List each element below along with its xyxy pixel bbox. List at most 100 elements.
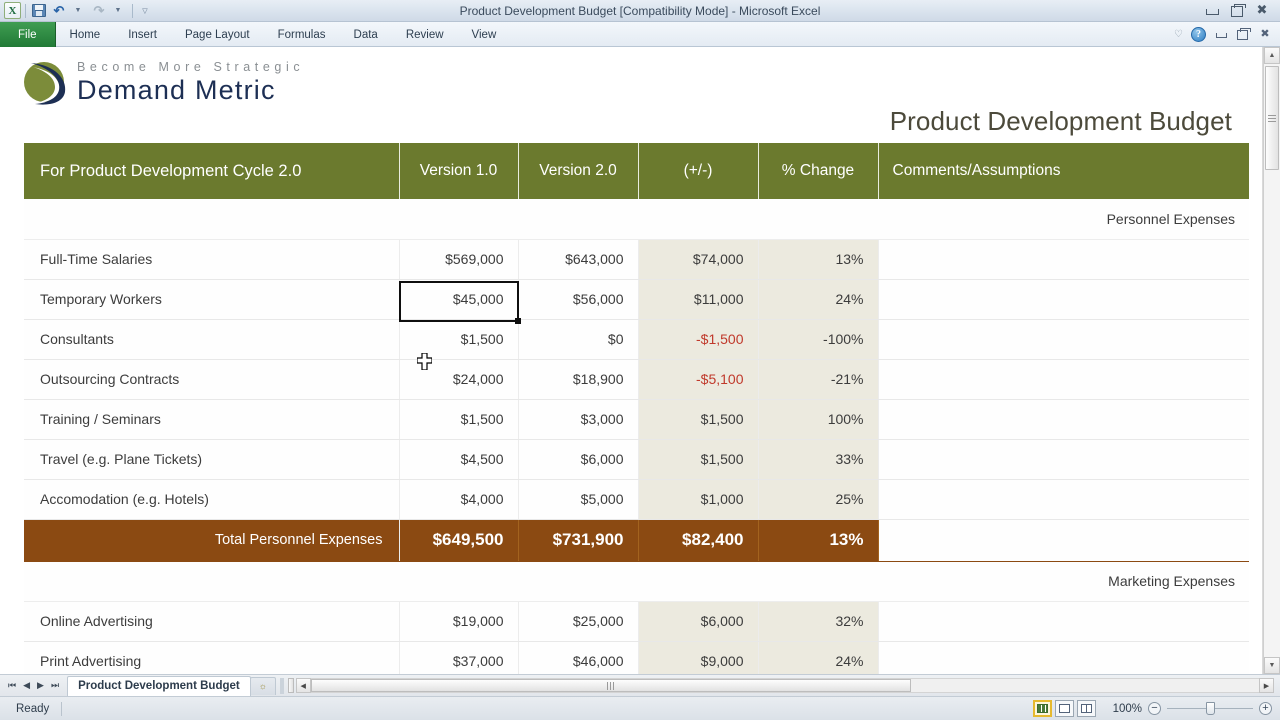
cell-percent-change[interactable]: 13% (758, 239, 878, 279)
cell-percent-change[interactable]: 100% (758, 399, 878, 439)
cell-comment[interactable] (878, 279, 1249, 319)
total-comment[interactable] (878, 519, 1249, 561)
table-row[interactable]: Consultants $1,500 $0 -$1,500 -100% (24, 319, 1249, 359)
cell-version-2[interactable]: $25,000 (518, 601, 638, 641)
close-button[interactable]: ✖ (1254, 4, 1270, 18)
total-version-2[interactable]: $731,900 (518, 519, 638, 561)
table-row[interactable]: Travel (e.g. Plane Tickets) $4,500 $6,00… (24, 439, 1249, 479)
horizontal-scrollbar[interactable]: ◀ ▶ (288, 678, 1280, 693)
restore-button[interactable] (1229, 4, 1245, 18)
cell-comment[interactable] (878, 601, 1249, 641)
cell-version-1[interactable]: $45,000 (399, 279, 518, 319)
cell-comment[interactable] (878, 399, 1249, 439)
collapse-ribbon-icon[interactable]: ♡ (1174, 29, 1183, 40)
tab-file[interactable]: File (0, 22, 56, 47)
cell-percent-change[interactable]: -21% (758, 359, 878, 399)
cell-version-1[interactable]: $37,000 (399, 641, 518, 674)
cell-comment[interactable] (878, 359, 1249, 399)
table-row[interactable]: Outsourcing Contracts $24,000 $18,900 -$… (24, 359, 1249, 399)
cell-version-1[interactable]: $1,500 (399, 319, 518, 359)
cell-percent-change[interactable]: 25% (758, 479, 878, 519)
cell-version-1[interactable]: $1,500 (399, 399, 518, 439)
cell-delta[interactable]: $74,000 (638, 239, 758, 279)
vertical-scroll-track[interactable] (1264, 64, 1280, 657)
zoom-level-label[interactable]: 100% (1108, 703, 1142, 715)
undo-dropdown-icon[interactable]: ▼ (70, 2, 88, 20)
insert-worksheet-icon[interactable]: ☼ (250, 677, 276, 695)
cell-comment[interactable] (878, 239, 1249, 279)
table-row[interactable]: Accomodation (e.g. Hotels) $4,000 $5,000… (24, 479, 1249, 519)
table-row[interactable]: Temporary Workers $45,000 $56,000 $11,00… (24, 279, 1249, 319)
workbook-close-button[interactable]: ✖ (1258, 28, 1272, 40)
cell-version-2[interactable]: $643,000 (518, 239, 638, 279)
cell-comment[interactable] (878, 439, 1249, 479)
redo-dropdown-icon[interactable]: ▼ (110, 2, 128, 20)
vertical-scrollbar[interactable]: ▲ ▼ (1263, 47, 1280, 674)
cell-percent-change[interactable]: -100% (758, 319, 878, 359)
help-icon[interactable]: ? (1191, 27, 1206, 42)
undo-icon[interactable]: ↶ (50, 2, 68, 20)
column-header-version-1[interactable]: Version 1.0 (399, 143, 518, 199)
total-row-personnel[interactable]: Total Personnel Expenses $649,500 $731,9… (24, 519, 1249, 561)
scroll-up-button[interactable]: ▲ (1264, 47, 1280, 64)
cell-version-2[interactable]: $3,000 (518, 399, 638, 439)
scroll-left-button[interactable]: ◀ (296, 678, 311, 693)
cell-delta[interactable]: $9,000 (638, 641, 758, 674)
total-version-1[interactable]: $649,500 (399, 519, 518, 561)
tab-home[interactable]: Home (56, 22, 115, 47)
tab-split-handle[interactable] (280, 678, 284, 694)
excel-logo-icon[interactable]: X (4, 2, 21, 19)
column-header-item[interactable]: For Product Development Cycle 2.0 (24, 143, 399, 199)
cell-percent-change[interactable]: 24% (758, 641, 878, 674)
cell-comment[interactable] (878, 479, 1249, 519)
cell-comment[interactable] (878, 319, 1249, 359)
table-row[interactable]: Training / Seminars $1,500 $3,000 $1,500… (24, 399, 1249, 439)
last-sheet-icon[interactable]: ⏭ (51, 680, 59, 691)
zoom-slider-handle[interactable] (1206, 702, 1215, 715)
cell-version-2[interactable]: $56,000 (518, 279, 638, 319)
tab-review[interactable]: Review (392, 22, 458, 47)
column-header-delta[interactable]: (+/-) (638, 143, 758, 199)
table-row[interactable]: Full-Time Salaries $569,000 $643,000 $74… (24, 239, 1249, 279)
cell-version-1[interactable]: $19,000 (399, 601, 518, 641)
sheet-tab-product-development-budget[interactable]: Product Development Budget (67, 676, 251, 696)
column-header-percent-change[interactable]: % Change (758, 143, 878, 199)
table-row[interactable]: Online Advertising $19,000 $25,000 $6,00… (24, 601, 1249, 641)
customize-toolbar-icon[interactable]: ▽ (137, 2, 155, 20)
cell-version-2[interactable]: $0 (518, 319, 638, 359)
table-row[interactable]: Print Advertising $37,000 $46,000 $9,000… (24, 641, 1249, 674)
horizontal-scroll-track[interactable] (311, 678, 1259, 693)
vertical-scroll-thumb[interactable] (1265, 66, 1279, 170)
cell-delta[interactable]: $1,500 (638, 399, 758, 439)
tab-insert[interactable]: Insert (114, 22, 171, 47)
column-header-comments[interactable]: Comments/Assumptions (878, 143, 1249, 199)
redo-icon[interactable]: ↷ (90, 2, 108, 20)
zoom-out-button[interactable]: − (1148, 702, 1161, 715)
total-percent-change[interactable]: 13% (758, 519, 878, 561)
tab-page-layout[interactable]: Page Layout (171, 22, 264, 47)
previous-sheet-icon[interactable]: ◀ (23, 680, 30, 691)
horizontal-scroll-thumb[interactable] (311, 679, 911, 692)
minimize-button[interactable] (1204, 4, 1220, 18)
cell-version-1[interactable]: $569,000 (399, 239, 518, 279)
tab-formulas[interactable]: Formulas (264, 22, 340, 47)
cell-comment[interactable] (878, 641, 1249, 674)
cell-percent-change[interactable]: 33% (758, 439, 878, 479)
scroll-down-button[interactable]: ▼ (1264, 657, 1280, 674)
cell-version-1[interactable]: $4,500 (399, 439, 518, 479)
zoom-in-button[interactable]: + (1259, 702, 1272, 715)
cell-delta[interactable]: -$5,100 (638, 359, 758, 399)
cell-delta[interactable]: $1,500 (638, 439, 758, 479)
cell-delta[interactable]: $6,000 (638, 601, 758, 641)
cell-delta[interactable]: $11,000 (638, 279, 758, 319)
first-sheet-icon[interactable]: ⏮ (8, 680, 16, 691)
next-sheet-icon[interactable]: ▶ (37, 680, 44, 691)
cell-version-2[interactable]: $46,000 (518, 641, 638, 674)
tab-view[interactable]: View (458, 22, 511, 47)
column-header-version-2[interactable]: Version 2.0 (518, 143, 638, 199)
cell-delta[interactable]: -$1,500 (638, 319, 758, 359)
worksheet-canvas[interactable]: Become More Strategic Demand Metric Prod… (0, 47, 1263, 674)
cell-percent-change[interactable]: 32% (758, 601, 878, 641)
scrollbar-resize-grip[interactable] (288, 678, 294, 693)
view-normal-button[interactable] (1033, 700, 1052, 717)
